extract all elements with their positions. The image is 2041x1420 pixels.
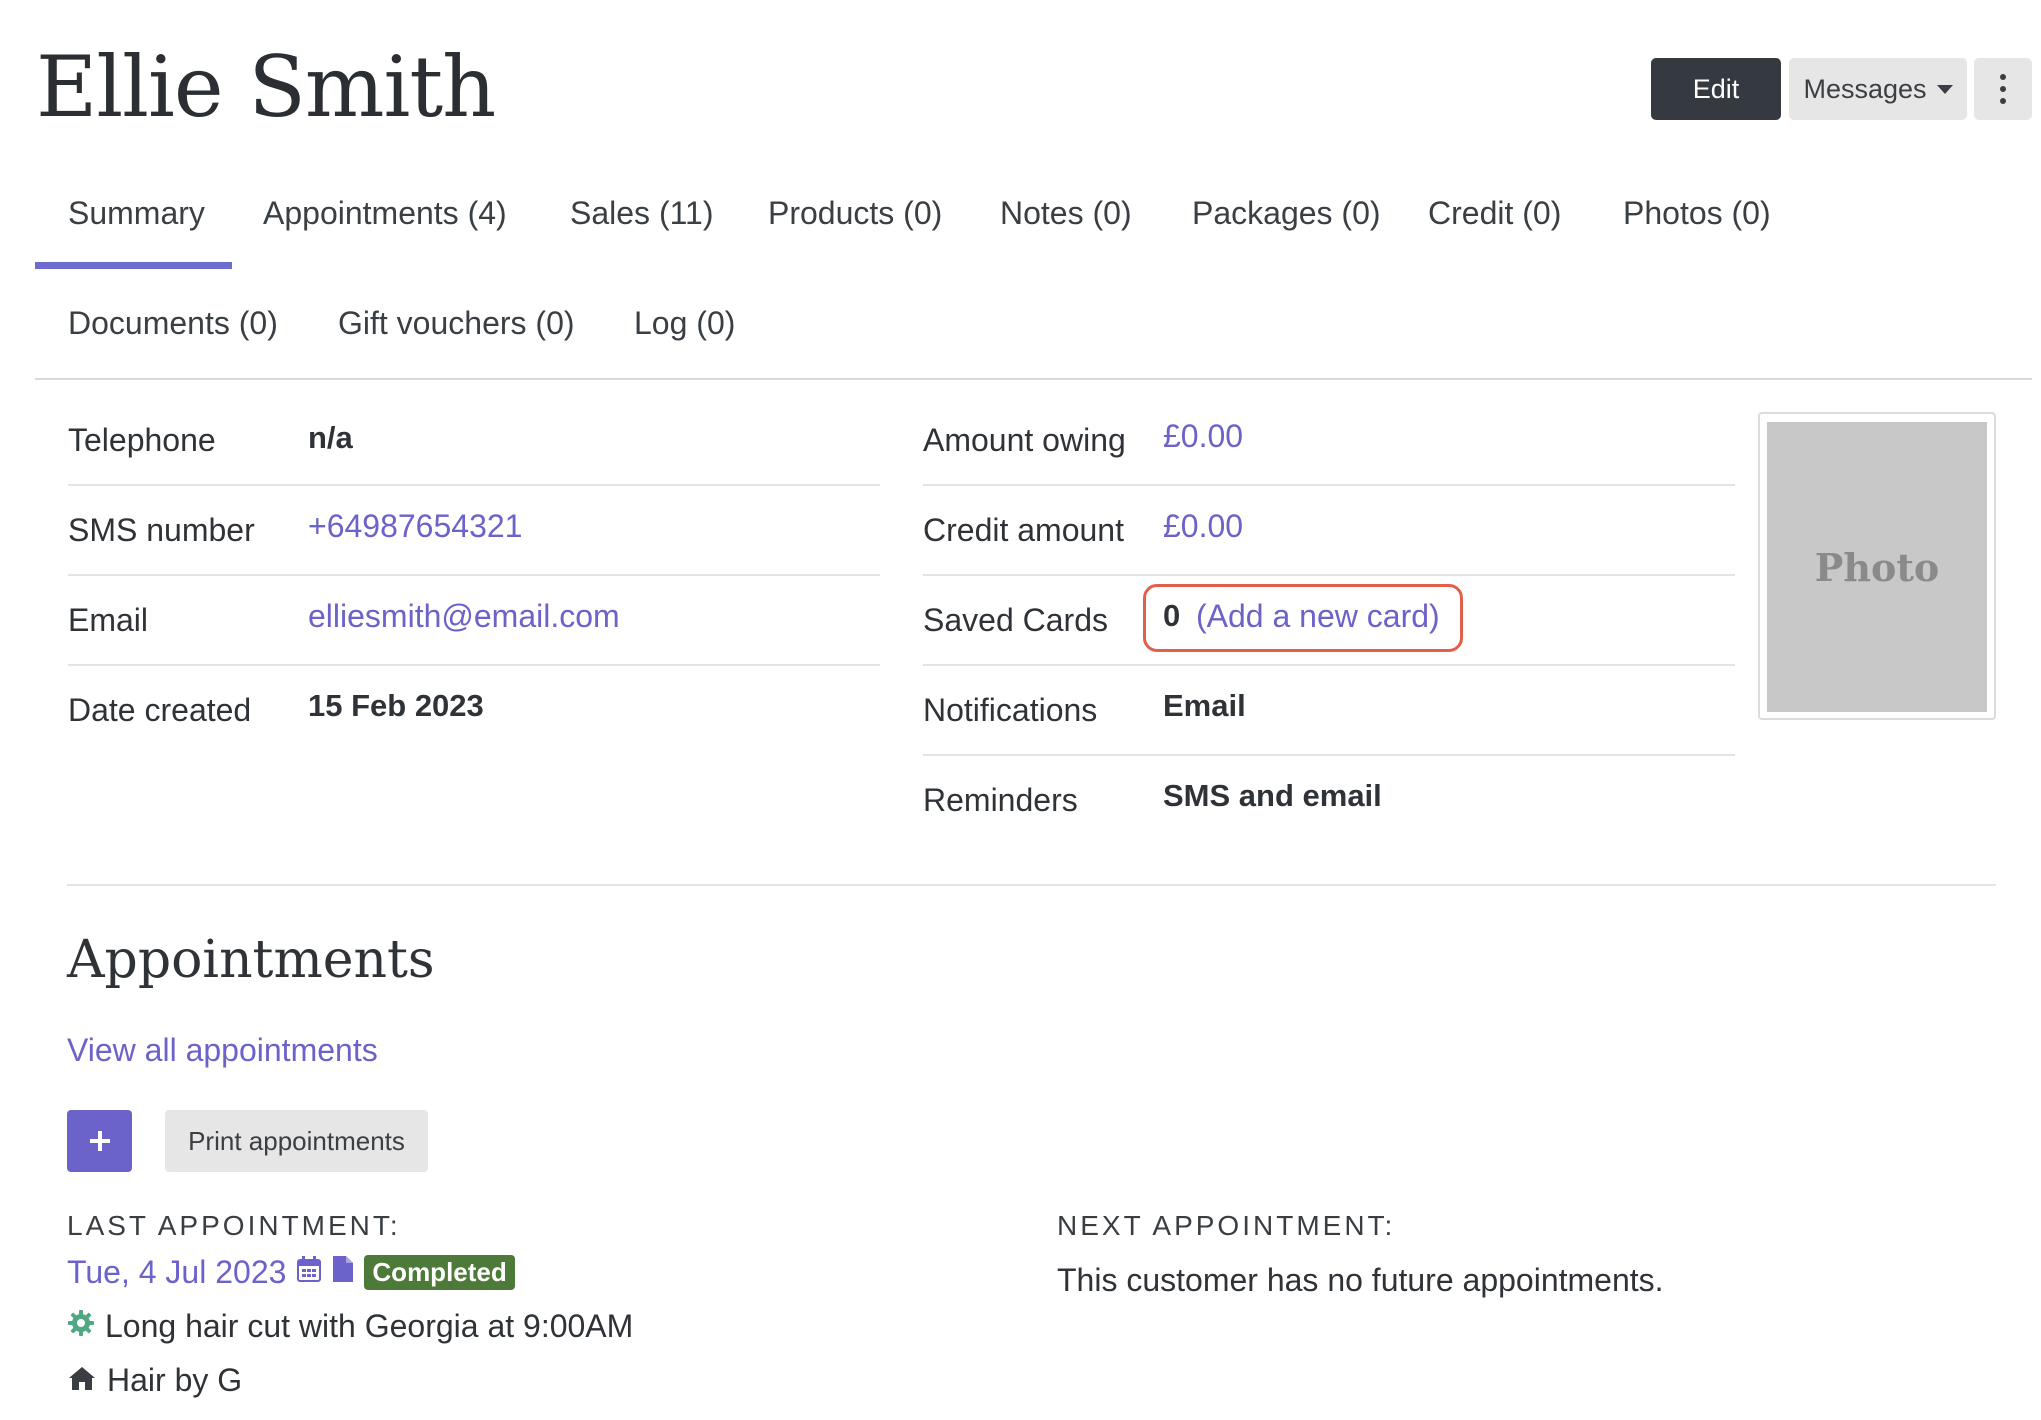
more-options-button[interactable] (1974, 58, 2032, 120)
last-appointment-row: Tue, 4 Jul 2023 Completed (67, 1254, 515, 1291)
tab-packages[interactable]: Packages (0) (1192, 195, 1381, 232)
email-label: Email (68, 602, 149, 638)
tab-log[interactable]: Log (0) (634, 305, 735, 342)
tab-notes[interactable]: Notes (0) (1000, 195, 1132, 232)
row-divider (68, 574, 880, 576)
telephone-label: Telephone (68, 422, 216, 458)
credit-amount-link[interactable]: £0.00 (1163, 508, 1243, 545)
gear-icon (67, 1308, 95, 1345)
last-appointment-heading: LAST APPOINTMENT: (67, 1210, 401, 1241)
page-title: Ellie Smith (36, 38, 496, 136)
more-dot (2000, 74, 2006, 80)
row-divider (923, 484, 1735, 486)
tab-products[interactable]: Products (0) (768, 195, 942, 232)
document-icon[interactable] (332, 1254, 354, 1291)
photo-placeholder: Photo (1767, 422, 1987, 712)
home-icon (67, 1362, 97, 1399)
date-created-value: 15 Feb 2023 (308, 688, 484, 723)
row-divider (68, 664, 880, 666)
tab-sales[interactable]: Sales (11) (570, 195, 713, 232)
messages-dropdown-button[interactable]: Messages (1789, 58, 1967, 120)
amount-owing-label: Amount owing (923, 422, 1126, 458)
email-link[interactable]: elliesmith@email.com (308, 598, 620, 635)
last-appointment-service-row: Long hair cut with Georgia at 9:00AM (67, 1308, 633, 1345)
plus-icon (89, 1131, 110, 1151)
notifications-value: Email (1163, 688, 1246, 723)
more-dot (2000, 86, 2006, 92)
last-appointment-service: Long hair cut with Georgia at 9:00AM (105, 1308, 634, 1344)
next-appointment-text: This customer has no future appointments… (1057, 1262, 1664, 1298)
saved-cards-count: 0 (1163, 598, 1181, 633)
reminders-value: SMS and email (1163, 778, 1382, 813)
more-dot (2000, 98, 2006, 104)
add-new-card-link[interactable]: (Add a new card) (1196, 598, 1440, 635)
tab-photos[interactable]: Photos (0) (1623, 195, 1771, 232)
sms-number-label: SMS number (68, 512, 255, 548)
active-tab-indicator (35, 262, 232, 269)
sms-number-link[interactable]: +64987654321 (308, 508, 522, 545)
messages-label: Messages (1803, 73, 1927, 104)
edit-button[interactable]: Edit (1651, 58, 1781, 120)
credit-amount-label: Credit amount (923, 512, 1124, 548)
last-appointment-location: Hair by G (107, 1362, 243, 1398)
row-divider (923, 574, 1735, 576)
view-all-appointments-link[interactable]: View all appointments (67, 1032, 378, 1069)
row-divider (923, 664, 1735, 666)
tab-credit[interactable]: Credit (0) (1428, 195, 1561, 232)
tab-appointments[interactable]: Appointments (4) (263, 195, 507, 232)
row-divider (68, 484, 880, 486)
reminders-label: Reminders (923, 782, 1078, 818)
next-appointment-heading: NEXT APPOINTMENT: (1057, 1210, 1396, 1241)
tab-gift-vouchers[interactable]: Gift vouchers (0) (338, 305, 575, 342)
tab-documents[interactable]: Documents (0) (68, 305, 278, 342)
last-appointment-date-link[interactable]: Tue, 4 Jul 2023 (67, 1254, 286, 1291)
tab-summary[interactable]: Summary (68, 195, 205, 232)
add-appointment-button[interactable] (67, 1110, 132, 1172)
appointments-heading: Appointments (67, 930, 435, 990)
status-badge: Completed (364, 1255, 515, 1290)
section-divider (67, 884, 1996, 886)
calendar-icon[interactable] (296, 1254, 322, 1291)
notifications-label: Notifications (923, 692, 1098, 728)
telephone-value: n/a (308, 420, 353, 455)
customer-profile-page: Ellie Smith Edit Messages Summary Appoin… (0, 0, 2041, 1420)
last-appointment-location-row: Hair by G (67, 1362, 242, 1399)
caret-down-icon (1936, 84, 1953, 94)
amount-owing-link[interactable]: £0.00 (1163, 418, 1243, 455)
date-created-label: Date created (68, 692, 252, 728)
saved-cards-label: Saved Cards (923, 602, 1108, 638)
row-divider (923, 754, 1735, 756)
tabs-divider (35, 378, 2032, 380)
print-appointments-button[interactable]: Print appointments (165, 1110, 428, 1172)
